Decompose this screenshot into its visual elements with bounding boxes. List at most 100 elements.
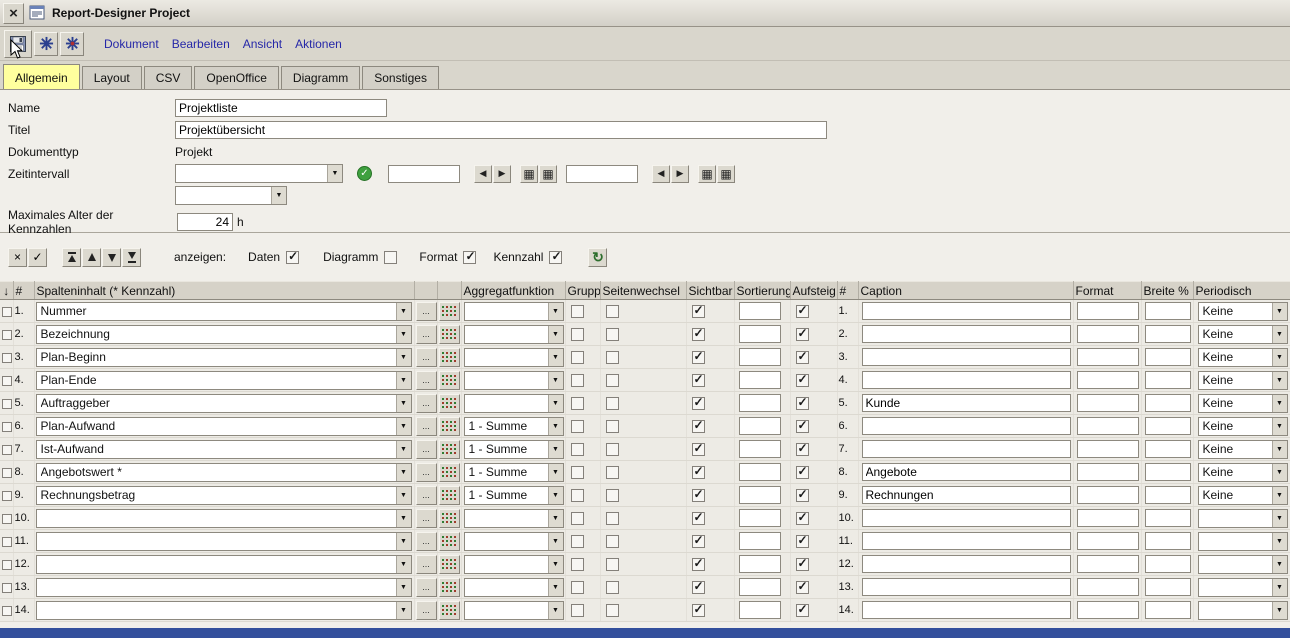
- caption-input[interactable]: [862, 601, 1071, 619]
- ellipsis-button[interactable]: ...: [416, 578, 437, 597]
- row-select-checkbox[interactable]: [2, 353, 12, 363]
- gruppe-checkbox[interactable]: [571, 397, 584, 410]
- column-content-select[interactable]: Plan-Beginn ▼: [36, 348, 412, 367]
- row-select-checkbox[interactable]: [2, 445, 12, 455]
- format-input[interactable]: [1077, 463, 1139, 481]
- aggregat-select[interactable]: ▼: [464, 601, 564, 620]
- periodisch-select[interactable]: Keine ▼: [1198, 302, 1288, 321]
- interval-start-next-button[interactable]: ▶: [493, 165, 511, 183]
- color-grid-button[interactable]: [439, 463, 460, 482]
- row-select-checkbox[interactable]: [2, 468, 12, 478]
- row-select-checkbox[interactable]: [2, 422, 12, 432]
- format-input[interactable]: [1077, 532, 1139, 550]
- name-input[interactable]: [175, 99, 387, 117]
- seitenwechsel-checkbox[interactable]: [606, 351, 619, 364]
- seitenwechsel-checkbox[interactable]: [606, 558, 619, 571]
- ellipsis-button[interactable]: ...: [416, 371, 437, 390]
- aufsteig-checkbox[interactable]: [796, 489, 809, 502]
- column-content-select[interactable]: Rechnungsbetrag ▼: [36, 486, 412, 505]
- sichtbar-checkbox[interactable]: [692, 489, 705, 502]
- seitenwechsel-checkbox[interactable]: [606, 328, 619, 341]
- seitenwechsel-checkbox[interactable]: [606, 374, 619, 387]
- format-input[interactable]: [1077, 509, 1139, 527]
- aggregat-select[interactable]: 1 - Summe ▼: [464, 486, 564, 505]
- column-content-select[interactable]: ▼: [36, 555, 412, 574]
- gruppe-checkbox[interactable]: [571, 443, 584, 456]
- gruppe-checkbox[interactable]: [571, 351, 584, 364]
- aggregat-select[interactable]: ▼: [464, 394, 564, 413]
- caption-input[interactable]: [862, 578, 1071, 596]
- aufsteig-checkbox[interactable]: [796, 512, 809, 525]
- sichtbar-checkbox[interactable]: [692, 374, 705, 387]
- row-select-checkbox[interactable]: [2, 583, 12, 593]
- seitenwechsel-checkbox[interactable]: [606, 581, 619, 594]
- seitenwechsel-checkbox[interactable]: [606, 466, 619, 479]
- periodisch-select[interactable]: Keine ▼: [1198, 463, 1288, 482]
- sortierung-input[interactable]: [739, 509, 781, 527]
- sichtbar-checkbox[interactable]: [692, 466, 705, 479]
- caption-input[interactable]: [862, 486, 1071, 504]
- anzeigen-diagramm-checkbox[interactable]: [384, 251, 397, 264]
- sortierung-input[interactable]: [739, 371, 781, 389]
- aggregat-select[interactable]: ▼: [464, 555, 564, 574]
- column-content-select[interactable]: Auftraggeber ▼: [36, 394, 412, 413]
- format-input[interactable]: [1077, 325, 1139, 343]
- format-input[interactable]: [1077, 486, 1139, 504]
- menu-item-ansicht[interactable]: Ansicht: [243, 37, 282, 51]
- color-grid-button[interactable]: [439, 325, 460, 344]
- gruppe-checkbox[interactable]: [571, 466, 584, 479]
- sortierung-input[interactable]: [739, 417, 781, 435]
- anzeigen-kennzahl-checkbox[interactable]: [549, 251, 562, 264]
- tab-sonstiges[interactable]: Sonstiges: [362, 66, 439, 89]
- tab-openoffice[interactable]: OpenOffice: [194, 66, 278, 89]
- caption-input[interactable]: [862, 348, 1071, 366]
- interval-start-calendar-button-2[interactable]: ▦: [539, 165, 557, 183]
- sichtbar-checkbox[interactable]: [692, 535, 705, 548]
- periodisch-select[interactable]: ▼: [1198, 555, 1288, 574]
- row-select-checkbox[interactable]: [2, 376, 12, 386]
- column-content-select[interactable]: ▼: [36, 578, 412, 597]
- interval-end-calendar-button-1[interactable]: ▦: [698, 165, 716, 183]
- ellipsis-button[interactable]: ...: [416, 555, 437, 574]
- aufsteig-checkbox[interactable]: [796, 351, 809, 364]
- caption-input[interactable]: [862, 440, 1071, 458]
- format-input[interactable]: [1077, 578, 1139, 596]
- interval-end-input[interactable]: [566, 165, 638, 183]
- move-bottom-button[interactable]: [122, 248, 141, 267]
- sortierung-input[interactable]: [739, 325, 781, 343]
- sortierung-input[interactable]: [739, 486, 781, 504]
- aggregat-select[interactable]: ▼: [464, 325, 564, 344]
- column-content-select[interactable]: Angebotswert * ▼: [36, 463, 412, 482]
- column-content-select[interactable]: Ist-Aufwand ▼: [36, 440, 412, 459]
- seitenwechsel-checkbox[interactable]: [606, 397, 619, 410]
- color-grid-button[interactable]: [439, 371, 460, 390]
- seitenwechsel-checkbox[interactable]: [606, 604, 619, 617]
- interval-start-prev-button[interactable]: ◀: [474, 165, 492, 183]
- caption-input[interactable]: [862, 394, 1071, 412]
- periodisch-select[interactable]: Keine ▼: [1198, 486, 1288, 505]
- ellipsis-button[interactable]: ...: [416, 302, 437, 321]
- close-button[interactable]: ×: [3, 3, 24, 24]
- sortierung-input[interactable]: [739, 578, 781, 596]
- gruppe-checkbox[interactable]: [571, 328, 584, 341]
- periodisch-select[interactable]: ▼: [1198, 578, 1288, 597]
- aufsteig-checkbox[interactable]: [796, 535, 809, 548]
- aggregat-select[interactable]: 1 - Summe ▼: [464, 417, 564, 436]
- breite-input[interactable]: [1145, 532, 1191, 550]
- ellipsis-button[interactable]: ...: [416, 325, 437, 344]
- gruppe-checkbox[interactable]: [571, 535, 584, 548]
- breite-input[interactable]: [1145, 578, 1191, 596]
- tab-diagramm[interactable]: Diagramm: [281, 66, 360, 89]
- aufsteig-checkbox[interactable]: [796, 558, 809, 571]
- titel-input[interactable]: [175, 121, 827, 139]
- anzeigen-format-checkbox[interactable]: [463, 251, 476, 264]
- zeitintervall-select[interactable]: ▼: [175, 164, 343, 183]
- aggregat-select[interactable]: ▼: [464, 578, 564, 597]
- save-button[interactable]: [4, 30, 32, 58]
- sortierung-input[interactable]: [739, 394, 781, 412]
- caption-input[interactable]: [862, 302, 1071, 320]
- aufsteig-checkbox[interactable]: [796, 374, 809, 387]
- aggregat-select[interactable]: ▼: [464, 348, 564, 367]
- column-content-select[interactable]: Nummer ▼: [36, 302, 412, 321]
- column-content-select[interactable]: ▼: [36, 601, 412, 620]
